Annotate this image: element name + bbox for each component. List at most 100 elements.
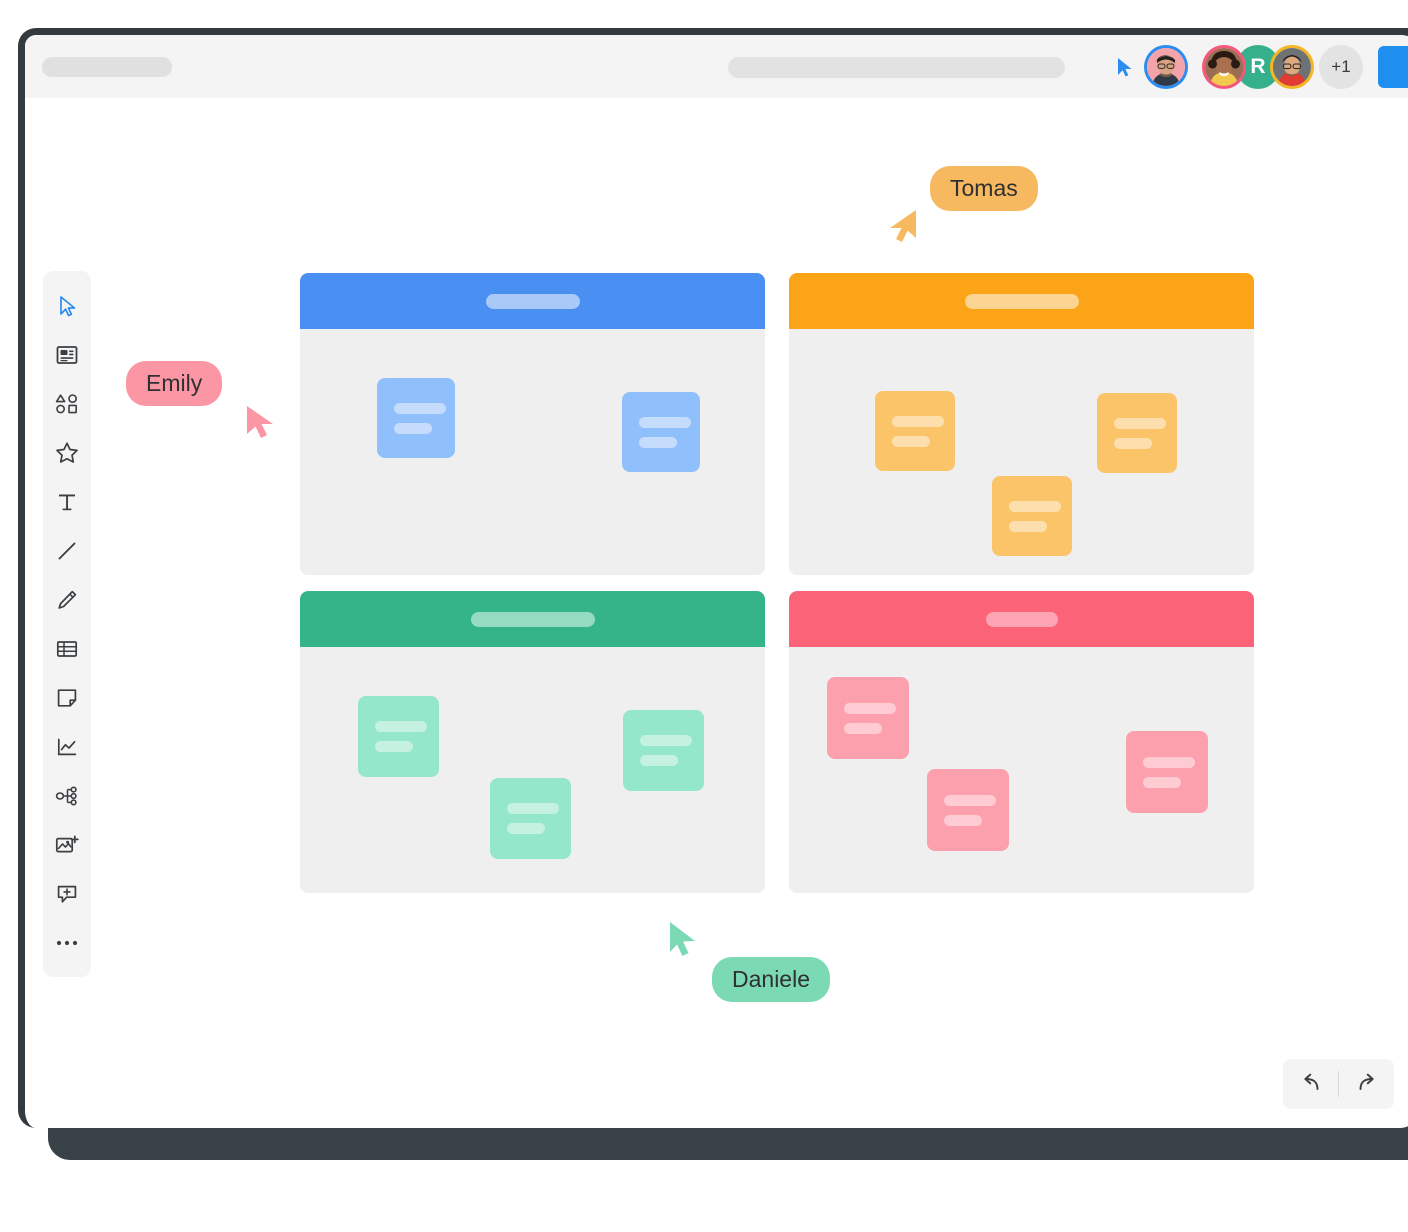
card-note-icon bbox=[56, 344, 78, 366]
note-text-placeholder bbox=[1009, 500, 1061, 512]
note-text-placeholder bbox=[892, 435, 930, 447]
tool-line[interactable] bbox=[43, 526, 91, 575]
panel-orange-body[interactable] bbox=[789, 329, 1254, 575]
panel-blue[interactable] bbox=[300, 273, 765, 575]
tool-flowchart[interactable] bbox=[43, 771, 91, 820]
tool-card[interactable] bbox=[43, 330, 91, 379]
cursor-daniele-pointer-icon bbox=[668, 920, 706, 965]
panel-orange[interactable] bbox=[789, 273, 1254, 575]
avatar-self[interactable] bbox=[1144, 45, 1188, 89]
panel-orange-header[interactable] bbox=[789, 273, 1254, 329]
tool-more[interactable] bbox=[43, 918, 91, 967]
screenshot-stage: R +1 Emily Tomas Daniele bbox=[0, 0, 1408, 1232]
top-bar-right-group: R +1 bbox=[1114, 35, 1408, 98]
history-bar bbox=[1283, 1059, 1394, 1109]
line-icon bbox=[56, 540, 78, 562]
note-text-placeholder bbox=[1009, 520, 1047, 532]
chart-icon bbox=[56, 736, 78, 758]
note-text-placeholder bbox=[640, 735, 692, 746]
avatar-self-image bbox=[1147, 47, 1185, 86]
sticky-note-icon bbox=[56, 687, 78, 709]
cursor-emily-pointer-icon bbox=[245, 404, 283, 449]
panel-pink-note-1[interactable] bbox=[827, 677, 909, 759]
tool-table[interactable] bbox=[43, 624, 91, 673]
redo-arrow-icon bbox=[1355, 1071, 1379, 1098]
panel-orange-note-3[interactable] bbox=[1097, 393, 1177, 473]
note-text-placeholder bbox=[1143, 776, 1181, 788]
note-text-placeholder bbox=[1114, 437, 1152, 449]
panel-green-body[interactable] bbox=[300, 647, 765, 893]
tool-image-add[interactable] bbox=[43, 820, 91, 869]
tool-sticky-note[interactable] bbox=[43, 673, 91, 722]
note-text-placeholder bbox=[394, 402, 446, 414]
more-ellipsis-icon bbox=[55, 939, 79, 947]
avatar-user-3-image bbox=[1273, 47, 1311, 86]
cursor-pointer-icon[interactable] bbox=[1114, 56, 1134, 78]
panel-blue-note-1[interactable] bbox=[377, 378, 455, 458]
panel-blue-header[interactable] bbox=[300, 273, 765, 329]
note-text-placeholder bbox=[1143, 756, 1195, 768]
cursor-tomas-label: Tomas bbox=[930, 166, 1038, 211]
app-window: R +1 Emily Tomas Daniele bbox=[18, 28, 1408, 1128]
tool-pen[interactable] bbox=[43, 575, 91, 624]
image-add-icon bbox=[55, 834, 79, 856]
note-text-placeholder bbox=[507, 823, 545, 834]
shapes-icon bbox=[55, 393, 79, 415]
collaborator-avatar-group: R bbox=[1188, 44, 1314, 89]
tool-text[interactable] bbox=[43, 477, 91, 526]
tool-rail bbox=[43, 271, 91, 977]
flowchart-icon bbox=[55, 785, 79, 807]
redo-button[interactable] bbox=[1339, 1059, 1394, 1109]
panel-green-title-placeholder bbox=[470, 611, 595, 627]
panel-pink-title-placeholder bbox=[985, 611, 1058, 627]
undo-arrow-icon bbox=[1299, 1071, 1323, 1098]
note-text-placeholder bbox=[944, 814, 982, 826]
note-text-placeholder bbox=[639, 436, 677, 448]
tool-shapes[interactable] bbox=[43, 379, 91, 428]
panel-green-header[interactable] bbox=[300, 591, 765, 647]
note-text-placeholder bbox=[1114, 417, 1166, 429]
panel-blue-note-2[interactable] bbox=[622, 392, 700, 472]
top-bar: R +1 bbox=[25, 35, 1408, 98]
text-icon bbox=[57, 491, 77, 513]
share-button[interactable] bbox=[1378, 45, 1408, 88]
undo-button[interactable] bbox=[1283, 1059, 1338, 1109]
cursor-daniele-label: Daniele bbox=[712, 957, 830, 1002]
tool-comment-add[interactable] bbox=[43, 869, 91, 918]
panel-pink-body[interactable] bbox=[789, 647, 1254, 893]
panel-pink[interactable] bbox=[789, 591, 1254, 893]
panel-orange-title-placeholder bbox=[964, 293, 1079, 309]
table-icon bbox=[56, 638, 78, 660]
avatar-user-3[interactable] bbox=[1270, 45, 1314, 89]
note-text-placeholder bbox=[844, 722, 882, 734]
note-text-placeholder bbox=[375, 721, 427, 732]
panel-pink-header[interactable] bbox=[789, 591, 1254, 647]
avatar-user-1-image bbox=[1205, 47, 1243, 86]
tool-chart[interactable] bbox=[43, 722, 91, 771]
panel-green-note-3[interactable] bbox=[623, 710, 704, 791]
toolbar-placeholder-center[interactable] bbox=[728, 57, 1065, 78]
note-text-placeholder bbox=[507, 803, 559, 814]
panel-blue-title-placeholder bbox=[485, 293, 580, 309]
note-text-placeholder bbox=[640, 755, 678, 766]
cursor-emily-label: Emily bbox=[126, 361, 223, 406]
panel-orange-note-1[interactable] bbox=[875, 391, 955, 471]
tool-star[interactable] bbox=[43, 428, 91, 477]
panel-green[interactable] bbox=[300, 591, 765, 893]
board-title-placeholder[interactable] bbox=[42, 57, 172, 77]
board-canvas[interactable]: Emily Tomas Daniele bbox=[25, 98, 1408, 1128]
panel-orange-note-2[interactable] bbox=[992, 476, 1072, 556]
note-text-placeholder bbox=[639, 416, 691, 428]
note-text-placeholder bbox=[394, 422, 432, 434]
panel-pink-note-2[interactable] bbox=[927, 769, 1009, 851]
panel-green-note-1[interactable] bbox=[358, 696, 439, 777]
panel-green-note-2[interactable] bbox=[490, 778, 571, 859]
tool-select[interactable] bbox=[43, 281, 91, 330]
avatar-user-1[interactable] bbox=[1202, 45, 1246, 89]
avatar-overflow-count[interactable]: +1 bbox=[1319, 44, 1363, 89]
pen-icon bbox=[56, 589, 78, 611]
cursor-select-icon bbox=[57, 295, 77, 317]
panel-blue-body[interactable] bbox=[300, 329, 765, 575]
note-text-placeholder bbox=[892, 415, 944, 427]
panel-pink-note-3[interactable] bbox=[1126, 731, 1208, 813]
